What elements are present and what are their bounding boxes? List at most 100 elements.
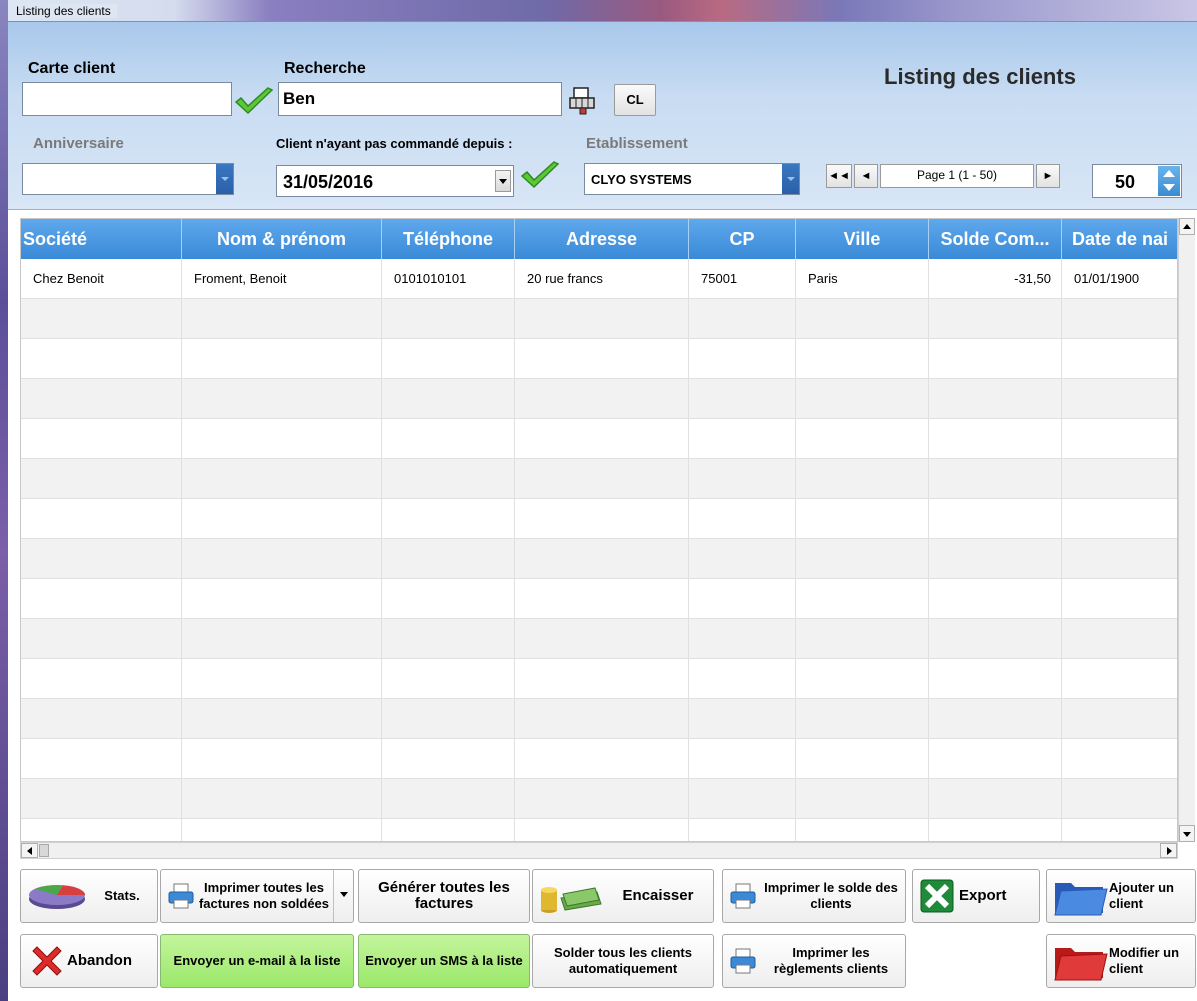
send-sms-button[interactable]: Envoyer un SMS à la liste (358, 934, 530, 988)
keyboard-icon[interactable] (568, 86, 606, 116)
vertical-scrollbar[interactable] (1178, 218, 1195, 842)
table-row[interactable] (21, 779, 1177, 819)
table-row[interactable] (21, 339, 1177, 379)
excel-icon (920, 879, 954, 913)
column-header[interactable]: CP (689, 219, 796, 259)
edit-client-label: Modifier un client (1109, 945, 1180, 976)
column-header[interactable]: Téléphone (382, 219, 515, 259)
table-cell (929, 579, 1062, 619)
add-client-button[interactable]: Ajouter un client (1046, 869, 1196, 923)
print-payments-label: Imprimer les règlements clients (773, 945, 889, 976)
table-cell (21, 379, 182, 419)
table-cell (21, 419, 182, 459)
generate-invoices-button[interactable]: Générer toutes les factures (358, 869, 530, 923)
table-row[interactable] (21, 579, 1177, 619)
cl-button[interactable]: CL (614, 84, 656, 116)
column-header[interactable]: Ville (796, 219, 929, 259)
grid-header: Société Nom & prénom Téléphone Adresse CP Vil… (21, 219, 1177, 259)
print-payments-button[interactable]: Imprimer les règlements clients (722, 934, 906, 988)
table-cell (929, 539, 1062, 579)
table-cell (929, 659, 1062, 699)
settle-all-button[interactable]: Solder tous les clients automatiquement (532, 934, 714, 988)
table-cell (929, 379, 1062, 419)
export-button[interactable]: Export (912, 869, 1040, 923)
scroll-thumb[interactable] (39, 844, 49, 857)
page-size-spinner[interactable]: 50 (1092, 164, 1182, 198)
close-icon (32, 946, 62, 976)
table-row[interactable] (21, 299, 1177, 339)
scroll-right-icon[interactable] (1160, 843, 1177, 858)
table-row[interactable] (21, 739, 1177, 779)
table-row[interactable] (21, 379, 1177, 419)
validate-card-check-icon[interactable] (234, 86, 274, 116)
etablissement-select[interactable]: CLYO SYSTEMS (584, 163, 800, 195)
print-balance-button[interactable]: Imprimer le solde des clients (722, 869, 906, 923)
scroll-left-icon[interactable] (21, 843, 38, 858)
table-cell (689, 819, 796, 841)
table-row[interactable] (21, 819, 1177, 841)
table-cell (929, 619, 1062, 659)
encaisser-button[interactable]: Encaisser (532, 869, 714, 923)
table-cell: 01/01/1900 (1062, 259, 1177, 299)
search-input[interactable]: Ben (278, 82, 562, 116)
send-email-button[interactable]: Envoyer un e-mail à la liste (160, 934, 354, 988)
validate-date-check-icon[interactable] (520, 160, 560, 190)
table-cell (1062, 779, 1177, 819)
table-row[interactable] (21, 699, 1177, 739)
table-cell (21, 619, 182, 659)
table-row[interactable] (21, 459, 1177, 499)
chevron-down-icon[interactable] (333, 870, 353, 922)
table-row[interactable] (21, 619, 1177, 659)
prev-page-button[interactable]: ◄ (854, 164, 878, 188)
clients-grid: Société Nom & prénom Téléphone Adresse CP Vil… (20, 218, 1178, 842)
table-cell (21, 739, 182, 779)
table-row[interactable] (21, 419, 1177, 459)
abandon-button[interactable]: Abandon (20, 934, 158, 988)
table-row[interactable] (21, 659, 1177, 699)
table-row[interactable]: Chez Benoit Froment, Benoit 0101010101 20 r… (21, 259, 1177, 299)
send-email-label: Envoyer un e-mail à la liste (173, 953, 341, 968)
column-header[interactable]: Solde Com... (929, 219, 1062, 259)
column-header[interactable]: Nom & prénom (182, 219, 382, 259)
carte-client-input[interactable] (22, 82, 232, 116)
chevron-down-icon[interactable] (216, 164, 233, 194)
table-cell (1062, 819, 1177, 841)
table-cell (1062, 579, 1177, 619)
horizontal-scrollbar[interactable] (20, 842, 1178, 859)
column-header[interactable]: Date de nai (1062, 219, 1177, 259)
table-cell (929, 739, 1062, 779)
red-folder-icon (1054, 948, 1108, 981)
table-row[interactable] (21, 539, 1177, 579)
spinner-arrows-icon[interactable] (1158, 166, 1180, 196)
column-header[interactable]: Société (21, 219, 182, 259)
table-cell (796, 739, 929, 779)
table-cell (21, 779, 182, 819)
scroll-up-icon[interactable] (1179, 218, 1195, 235)
next-page-button[interactable]: ► (1036, 164, 1060, 188)
grid-body: Chez Benoit Froment, Benoit 0101010101 20 r… (21, 259, 1177, 841)
table-cell (689, 619, 796, 659)
table-cell (796, 459, 929, 499)
table-cell (515, 379, 689, 419)
anniversaire-select[interactable] (22, 163, 234, 195)
table-cell (796, 699, 929, 739)
table-row[interactable] (21, 499, 1177, 539)
chevron-down-icon[interactable] (495, 170, 511, 192)
chevron-down-icon[interactable] (782, 164, 799, 194)
stats-button[interactable]: Stats. (20, 869, 158, 923)
column-header[interactable]: Adresse (515, 219, 689, 259)
table-cell (182, 779, 382, 819)
table-cell (515, 539, 689, 579)
table-cell (929, 299, 1062, 339)
table-cell (689, 339, 796, 379)
scroll-down-icon[interactable] (1179, 825, 1195, 842)
edit-client-button[interactable]: Modifier un client (1046, 934, 1196, 988)
table-cell (182, 459, 382, 499)
first-page-button[interactable]: ◄◄ (826, 164, 852, 188)
table-cell (515, 779, 689, 819)
table-cell (382, 619, 515, 659)
page-info: Page 1 (1 - 50) (880, 164, 1034, 188)
print-unpaid-invoices-button[interactable]: Imprimer toutes les factures non soldées (160, 869, 354, 923)
printer-icon (168, 883, 194, 909)
date-depuis-picker[interactable]: 31/05/2016 (276, 165, 514, 197)
